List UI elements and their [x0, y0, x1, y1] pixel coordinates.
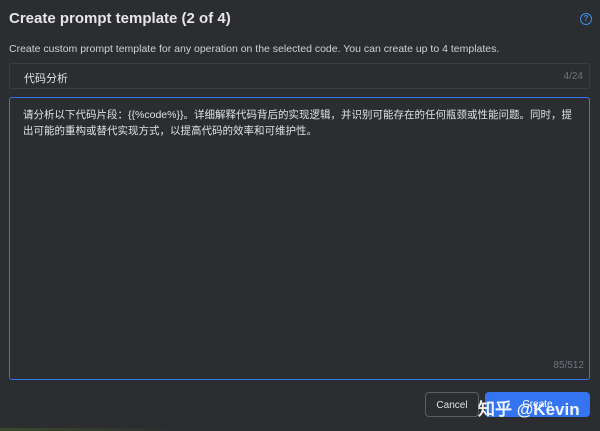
prompt-text-counter: 85/512 — [553, 360, 584, 371]
dialog-description: Create custom prompt template for any op… — [9, 43, 500, 55]
template-name-field[interactable]: 代码分析 4/24 — [9, 63, 590, 89]
create-prompt-template-dialog: Create prompt template (2 of 4) ? Create… — [0, 0, 600, 431]
cancel-button[interactable]: Cancel — [425, 392, 479, 417]
dialog-title: Create prompt template (2 of 4) — [9, 10, 231, 27]
template-name-counter: 4/24 — [563, 71, 583, 82]
template-name-value: 代码分析 — [24, 73, 68, 85]
watermark: 知乎 @Kevin — [478, 400, 580, 419]
help-circle-icon[interactable]: ? — [580, 13, 592, 25]
prompt-text-area[interactable]: 请分析以下代码片段：{{%code%}}。详细解释代码背后的实现逻辑，并识别可能… — [9, 97, 590, 380]
prompt-text-value: 请分析以下代码片段：{{%code%}}。详细解释代码背后的实现逻辑，并识别可能… — [23, 109, 572, 137]
